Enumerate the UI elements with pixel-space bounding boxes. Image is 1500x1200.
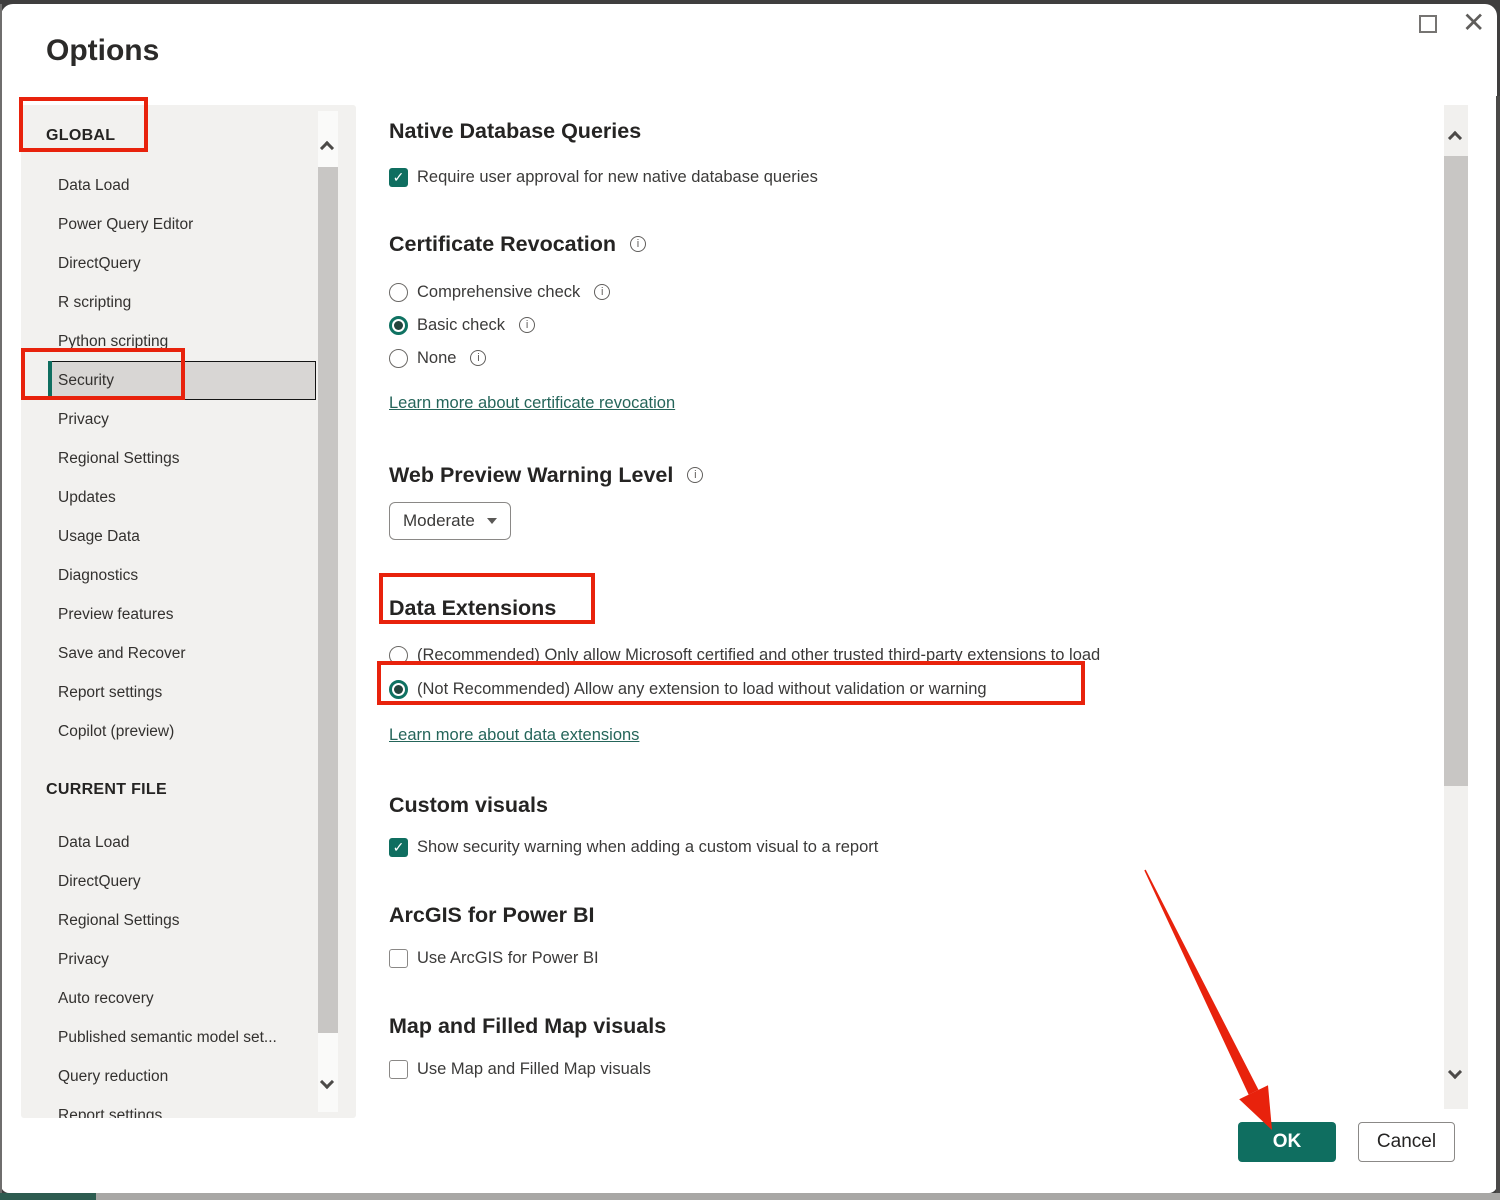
nav-item-preview-features[interactable]: Preview features xyxy=(48,595,316,634)
nav-item-security[interactable]: Security xyxy=(48,361,316,400)
checkbox-label: Use Map and Filled Map visuals xyxy=(417,1060,651,1079)
nav-section-global: GLOBAL xyxy=(46,127,115,145)
link-certificate-revocation[interactable]: Learn more about certificate revocation xyxy=(389,394,675,413)
window-edge-left xyxy=(0,4,2,1193)
checkbox-use-arcgis[interactable]: Use ArcGIS for Power BI xyxy=(389,945,599,971)
nav-item-updates[interactable]: Updates xyxy=(48,478,316,517)
close-icon[interactable] xyxy=(1462,6,1485,40)
scroll-up-icon[interactable] xyxy=(320,141,334,155)
cancel-button[interactable]: Cancel xyxy=(1358,1122,1455,1162)
nav-item-data-load[interactable]: Data Load xyxy=(48,166,316,205)
nav-item-report-settings[interactable]: Report settings xyxy=(48,673,316,712)
content-scrollbar-thumb[interactable] xyxy=(1444,156,1468,786)
scroll-down-icon[interactable] xyxy=(320,1075,334,1089)
nav-item-directquery[interactable]: DirectQuery xyxy=(48,244,316,283)
checkbox-require-user-approval[interactable]: Require user approval for new native dat… xyxy=(389,164,818,190)
heading-text: Native Database Queries xyxy=(389,119,641,144)
checkbox-unchecked-icon xyxy=(389,1060,408,1079)
radio-selected-icon xyxy=(389,316,408,335)
dialog-title: Options xyxy=(46,34,159,68)
sidebar-scrollbar-thumb[interactable] xyxy=(318,167,338,1033)
nav-item-cf-published-semantic-model[interactable]: Published semantic model set... xyxy=(48,1018,316,1057)
nav-item-save-and-recover[interactable]: Save and Recover xyxy=(48,634,316,673)
dropdown-value: Moderate xyxy=(403,511,475,531)
nav-item-cf-data-load[interactable]: Data Load xyxy=(48,823,316,862)
link-data-extensions[interactable]: Learn more about data extensions xyxy=(389,726,639,745)
heading-text: Map and Filled Map visuals xyxy=(389,1014,666,1039)
nav-item-privacy[interactable]: Privacy xyxy=(48,400,316,439)
radio-recommended-extensions[interactable]: (Recommended) Only allow Microsoft certi… xyxy=(389,642,1100,668)
radio-not-recommended-extensions[interactable]: (Not Recommended) Allow any extension to… xyxy=(389,676,987,702)
heading-text: ArcGIS for Power BI xyxy=(389,903,595,928)
heading-text: Certificate Revocation xyxy=(389,232,616,257)
window-edge-right xyxy=(1496,96,1500,1193)
sidebar-scrollbar[interactable] xyxy=(318,111,338,1112)
scroll-down-icon[interactable] xyxy=(1448,1065,1462,1079)
radio-unselected-icon xyxy=(389,283,408,302)
web-preview-level-dropdown[interactable]: Moderate xyxy=(389,502,511,540)
content-scrollbar[interactable] xyxy=(1444,105,1468,1109)
nav-item-cf-report-settings[interactable]: Report settings xyxy=(48,1096,316,1118)
nav-item-r-scripting[interactable]: R scripting xyxy=(48,283,316,322)
window-edge-bottom xyxy=(0,1193,1500,1200)
nav-item-python-scripting[interactable]: Python scripting xyxy=(48,322,316,361)
radio-label: Comprehensive check xyxy=(417,283,580,302)
radio-unselected-icon xyxy=(389,646,408,665)
info-icon[interactable] xyxy=(470,350,486,366)
radio-basic-check[interactable]: Basic check xyxy=(389,312,535,338)
radio-label: (Recommended) Only allow Microsoft certi… xyxy=(417,646,1100,665)
radio-selected-icon xyxy=(389,680,408,699)
section-heading-certificate-revocation: Certificate Revocation xyxy=(389,229,646,259)
nav-item-regional-settings[interactable]: Regional Settings xyxy=(48,439,316,478)
nav-section-current-file: CURRENT FILE xyxy=(46,781,167,799)
maximize-icon[interactable] xyxy=(1419,15,1437,33)
checkbox-label: Use ArcGIS for Power BI xyxy=(417,949,599,968)
checkbox-label: Require user approval for new native dat… xyxy=(417,168,818,187)
radio-label: None xyxy=(417,349,456,368)
checkbox-checked-icon xyxy=(389,168,408,187)
section-heading-web-preview-warning-level: Web Preview Warning Level xyxy=(389,460,703,490)
nav-item-power-query-editor[interactable]: Power Query Editor xyxy=(48,205,316,244)
nav-item-cf-directquery[interactable]: DirectQuery xyxy=(48,862,316,901)
nav-item-diagnostics[interactable]: Diagnostics xyxy=(48,556,316,595)
section-heading-custom-visuals: Custom visuals xyxy=(389,790,548,820)
checkbox-checked-icon xyxy=(389,838,408,857)
radio-label: Basic check xyxy=(417,316,505,335)
chevron-down-icon xyxy=(487,518,497,524)
nav-item-copilot-preview[interactable]: Copilot (preview) xyxy=(48,712,316,751)
radio-label: (Not Recommended) Allow any extension to… xyxy=(417,680,987,699)
ok-button[interactable]: OK xyxy=(1238,1122,1336,1162)
section-heading-native-database-queries: Native Database Queries xyxy=(389,116,641,146)
window-edge-bottom-accent xyxy=(0,1193,96,1200)
radio-unselected-icon xyxy=(389,349,408,368)
checkbox-label: Show security warning when adding a cust… xyxy=(417,838,878,857)
nav-item-cf-query-reduction[interactable]: Query reduction xyxy=(48,1057,316,1096)
section-heading-data-extensions: Data Extensions xyxy=(389,593,556,623)
radio-comprehensive-check[interactable]: Comprehensive check xyxy=(389,279,610,305)
checkbox-show-security-warning[interactable]: Show security warning when adding a cust… xyxy=(389,834,878,860)
heading-text: Custom visuals xyxy=(389,793,548,818)
info-icon[interactable] xyxy=(687,467,703,483)
checkbox-unchecked-icon xyxy=(389,949,408,968)
nav-item-label: Security xyxy=(58,372,114,389)
scroll-up-icon[interactable] xyxy=(1448,131,1462,145)
nav-item-usage-data[interactable]: Usage Data xyxy=(48,517,316,556)
settings-nav-panel: GLOBAL Data Load Power Query Editor Dire… xyxy=(21,105,356,1118)
nav-item-cf-privacy[interactable]: Privacy xyxy=(48,940,316,979)
heading-text: Data Extensions xyxy=(389,596,556,621)
heading-text: Web Preview Warning Level xyxy=(389,463,673,488)
checkbox-use-map-visuals[interactable]: Use Map and Filled Map visuals xyxy=(389,1056,651,1082)
info-icon[interactable] xyxy=(519,317,535,333)
nav-item-cf-auto-recovery[interactable]: Auto recovery xyxy=(48,979,316,1018)
radio-none[interactable]: None xyxy=(389,345,486,371)
info-icon[interactable] xyxy=(594,284,610,300)
info-icon[interactable] xyxy=(630,236,646,252)
nav-item-cf-regional-settings[interactable]: Regional Settings xyxy=(48,901,316,940)
section-heading-map-visuals: Map and Filled Map visuals xyxy=(389,1011,666,1041)
section-heading-arcgis: ArcGIS for Power BI xyxy=(389,900,595,930)
options-dialog: Options GLOBAL Data Load Power Query Edi… xyxy=(1,4,1497,1193)
selected-accent-bar xyxy=(48,361,52,400)
